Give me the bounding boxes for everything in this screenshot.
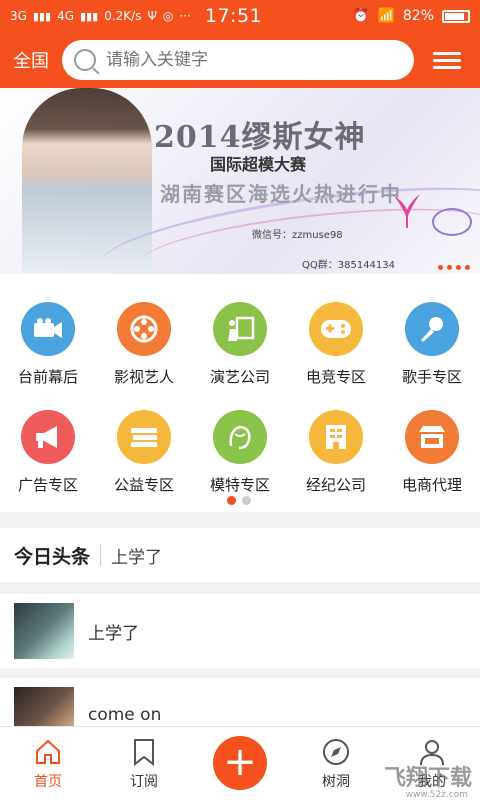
menu-button[interactable]: [414, 32, 480, 88]
feed-item[interactable]: 上学了: [0, 594, 480, 678]
shop-icon: [405, 410, 459, 464]
category-pager: [227, 496, 251, 505]
pager-dot: [242, 496, 251, 505]
banner-wechat: 微信号：zzmuse98: [252, 230, 343, 241]
category-label: 模特专区: [209, 476, 270, 494]
feed-title: come on: [88, 705, 162, 725]
nav-treehole-label: 树洞: [322, 773, 350, 790]
category-backstage[interactable]: 台前幕后: [0, 302, 96, 387]
category-label: 演艺公司: [209, 368, 270, 386]
category-label: 电商代理: [401, 476, 462, 494]
microphone-icon: [405, 302, 459, 356]
film-reel-icon: [117, 302, 171, 356]
watermark-url: www.52z.com: [405, 790, 468, 800]
category-esports[interactable]: 电竞专区: [288, 302, 384, 387]
menu-icon: [433, 51, 461, 55]
building-icon: [309, 410, 363, 464]
category-label: 经纪公司: [305, 476, 366, 494]
signal-icon-2: ▮▮▮: [80, 9, 99, 23]
category-grid: 台前幕后 影视艺人 演艺公司 电竞专区 歌手专区 广告专区 公益专区 模特专区 …: [0, 274, 480, 512]
nav-home-label: 首页: [34, 773, 62, 790]
promo-banner[interactable]: 2014缪斯女神 国际超模大赛 湖南赛区海选火热进行中: [0, 88, 480, 274]
category-singers[interactable]: 歌手专区: [384, 302, 480, 387]
alarm-icon: ⏰: [352, 8, 370, 24]
menu-icon-line-3: [433, 65, 461, 69]
app-header: 全国: [0, 32, 480, 88]
banner-dot: [447, 265, 452, 270]
category-label: 台前幕后: [17, 368, 78, 386]
region-selector[interactable]: 全国: [0, 47, 62, 73]
books-icon: [117, 410, 171, 464]
network-speed: 0.2K/s: [104, 9, 142, 23]
feed-title: 上学了: [88, 623, 139, 644]
clock: 17:51: [204, 5, 263, 27]
category-advertising[interactable]: 广告专区: [0, 410, 96, 495]
category-label: 公益专区: [113, 476, 174, 494]
banner-dot: [438, 265, 443, 270]
watermark: 飞翔下载: [383, 766, 472, 791]
search-box[interactable]: [62, 40, 414, 80]
category-performing-company[interactable]: 演艺公司: [192, 302, 288, 387]
pager-dot-active: [227, 496, 236, 505]
gamepad-icon: [309, 302, 363, 356]
weibo-icon: ◎: [162, 9, 174, 23]
status-right: ⏰ 📶 82%: [352, 8, 470, 24]
status-left: 3G ▮▮▮ 4G ▮▮▮ 0.2K/s Ψ ◎ ···: [10, 9, 191, 23]
bottom-nav: 首页 订阅 + 树洞 我的 飞翔下载 www.52z.com: [0, 726, 480, 800]
nav-home[interactable]: 首页: [0, 727, 96, 800]
nav-add[interactable]: +: [192, 727, 288, 800]
model-face-icon: [213, 410, 267, 464]
category-label: 影视艺人: [113, 368, 174, 386]
usb-icon: Ψ: [147, 9, 157, 23]
megaphone-icon: [21, 410, 75, 464]
banner-qq: QQ群：385144134: [302, 260, 396, 271]
muse-logo-icon: [394, 194, 420, 228]
category-label: 歌手专区: [401, 368, 462, 386]
banner-subtitle: 国际超模大赛: [210, 155, 307, 174]
status-bar: 3G ▮▮▮ 4G ▮▮▮ 0.2K/s Ψ ◎ ··· 17:51 ⏰ 📶 8…: [0, 0, 480, 32]
ismc-logo-icon: [432, 208, 472, 236]
headline-ticker[interactable]: 上学了: [111, 543, 162, 568]
bookmark-icon: [129, 737, 159, 767]
category-models[interactable]: 模特专区: [192, 410, 288, 495]
headline-divider: [100, 544, 102, 566]
category-label: 广告专区: [17, 476, 78, 494]
search-input[interactable]: [106, 50, 386, 70]
headline-bar[interactable]: 今日头条 上学了: [0, 528, 480, 582]
menu-icon-line: [433, 58, 461, 62]
battery-percent: 82%: [402, 8, 434, 24]
battery-icon: [442, 9, 470, 23]
banner-subtitle-2: 湖南赛区海选火热进行中: [160, 182, 402, 206]
banner-dot: [465, 265, 470, 270]
network-4g: 4G: [57, 9, 75, 23]
feed-thumbnail: [14, 603, 74, 659]
nav-treehole[interactable]: 树洞: [288, 727, 384, 800]
piano-icon: [213, 302, 267, 356]
banner-indicator: [438, 265, 470, 270]
wifi-icon: 📶: [377, 8, 395, 24]
headline-title: 今日头条: [14, 545, 91, 568]
network-3g: 3G: [10, 9, 27, 23]
category-charity[interactable]: 公益专区: [96, 410, 192, 495]
more-notifications: ···: [179, 9, 191, 23]
signal-icon: ▮▮▮: [32, 9, 52, 23]
category-ecommerce[interactable]: 电商代理: [384, 410, 480, 495]
camera-icon: [21, 302, 75, 356]
banner-dot: [456, 265, 461, 270]
category-film-artists[interactable]: 影视艺人: [96, 302, 192, 387]
banner-title: 2014缪斯女神: [154, 120, 366, 155]
category-label: 电竞专区: [305, 368, 366, 386]
nav-subscribe-label: 订阅: [130, 773, 158, 790]
home-icon: [33, 737, 63, 767]
category-agency[interactable]: 经纪公司: [288, 410, 384, 495]
add-button[interactable]: +: [213, 735, 267, 790]
compass-icon: [321, 737, 351, 767]
nav-subscribe[interactable]: 订阅: [96, 727, 192, 800]
search-icon: [74, 49, 96, 71]
